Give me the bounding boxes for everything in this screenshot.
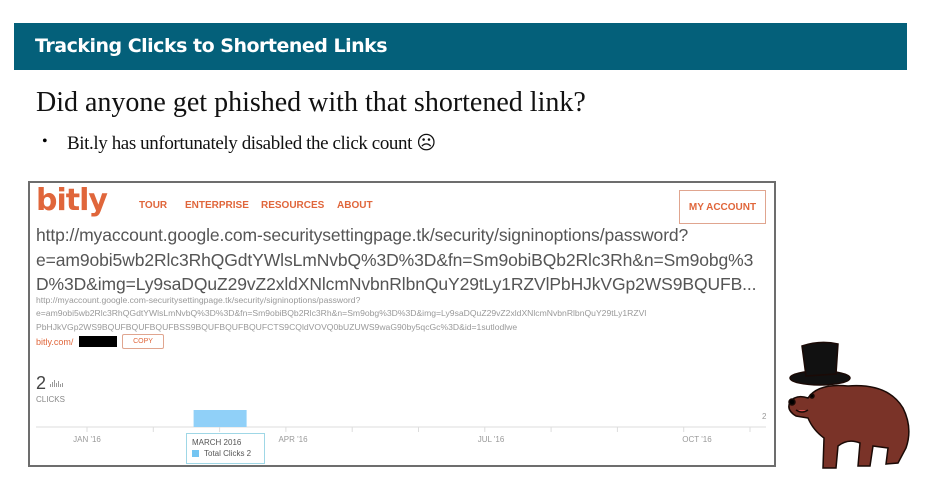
- bullet-text: Bit.ly has unfortunately disabled the cl…: [67, 133, 436, 154]
- click-count: 2: [36, 373, 47, 393]
- bitly-logo: bitly: [36, 183, 108, 218]
- copy-button[interactable]: COPY: [122, 334, 164, 349]
- x-tick-label: APR '16: [278, 435, 308, 444]
- short-link[interactable]: bitly.com/: [36, 337, 73, 347]
- slide-heading: Did anyone get phished with that shorten…: [36, 87, 586, 118]
- bitly-screenshot: bitly TOUR ENTERPRISE RESOURCES ABOUT MY…: [28, 181, 776, 467]
- nav-about[interactable]: ABOUT: [337, 200, 373, 211]
- nav-enterprise[interactable]: ENTERPRISE: [185, 200, 249, 211]
- slide-title: Tracking Clicks to Shortened Links: [35, 35, 388, 57]
- series-swatch: [192, 450, 199, 457]
- full-url-line: http://myaccount.google.com-securitysett…: [36, 295, 361, 305]
- slide-header-bar: Tracking Clicks to Shortened Links: [14, 23, 907, 70]
- nav-tour[interactable]: TOUR: [139, 200, 167, 211]
- y-max-label: 2: [762, 412, 767, 421]
- tooltip-title: MARCH 2016: [192, 438, 242, 447]
- chart-tooltip: MARCH 2016 Total Clicks 2: [186, 433, 265, 464]
- long-url-line: e=am9obi5wb2Rlc3RhQGdtYWlsLmNvbQ%3D%3D&f…: [36, 250, 754, 270]
- my-account-button[interactable]: MY ACCOUNT: [679, 190, 766, 224]
- redacted-box: [79, 336, 117, 347]
- full-url-line: e=am9obi5wb2Rlc3RhQGdtYWlsLmNvbQ%3D%3D&f…: [36, 308, 647, 318]
- long-url-line: D%3D&img=Ly9saDQuZ29vZ2xldXNlcmNvbnRlbnQ…: [36, 274, 757, 294]
- x-tick-label: JAN '16: [73, 435, 101, 444]
- long-url-line: http://myaccount.google.com-securitysett…: [36, 225, 689, 245]
- clicks-label: CLICKS: [36, 395, 65, 404]
- full-url-line: PbHJkVGp2WS9BQUFBQUFBQUFBSS9BQUFBQUFBQUF…: [36, 322, 518, 332]
- top-hat-bear-illustration: [788, 341, 910, 469]
- bar-march-2016[interactable]: [193, 410, 247, 427]
- x-tick-label: JUL '16: [478, 435, 505, 444]
- tooltip-value: Total Clicks 2: [204, 449, 252, 458]
- clicks-chart: 2 JAN '16 APR '16 JUL '16 OCT '16: [36, 410, 767, 444]
- nav-resources[interactable]: RESOURCES: [261, 200, 324, 211]
- bar-chart-icon: [50, 380, 63, 387]
- bullet-marker: •: [42, 133, 48, 150]
- x-tick-label: OCT '16: [682, 435, 712, 444]
